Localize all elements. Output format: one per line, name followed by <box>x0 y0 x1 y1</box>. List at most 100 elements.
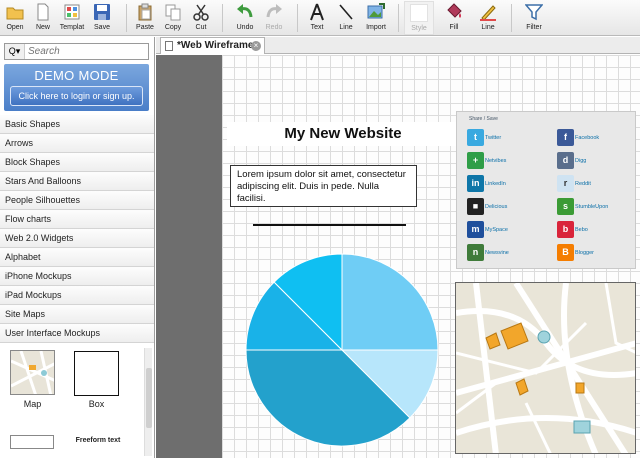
clipboard-icon <box>138 3 152 21</box>
line-color-button[interactable]: Line <box>474 1 502 35</box>
template-label: Templat <box>59 24 85 31</box>
folder-icon <box>6 7 24 20</box>
toolbar-separator <box>511 4 512 32</box>
category-alphabet[interactable]: Alphabet <box>0 248 154 267</box>
share-item-bebo[interactable]: b Bebo <box>557 221 637 239</box>
toolbar-separator <box>126 4 127 32</box>
share-item-label: Facebook <box>575 135 600 141</box>
text-tool-button[interactable]: Text <box>304 1 330 35</box>
category-block-shapes[interactable]: Block Shapes <box>0 153 154 172</box>
site-title-textbox[interactable]: My New Website <box>227 122 459 146</box>
share-item-stumbleupon[interactable]: s StumbleUpon <box>557 198 637 216</box>
share-item-facebook[interactable]: f Facebook <box>557 129 637 147</box>
filter-button[interactable]: Filter <box>520 1 548 35</box>
search-options-icon[interactable]: Q▾ <box>5 44 25 59</box>
search-box[interactable]: Q▾ <box>4 43 149 60</box>
freeform-text-shape[interactable]: Freeform text <box>68 437 128 444</box>
share-item-label: MySpace <box>485 227 508 233</box>
redo-button[interactable]: Redo <box>260 1 288 35</box>
share-save-header: Share / Save <box>469 116 498 122</box>
floppy-disk-icon <box>94 4 110 20</box>
map-shape-thumbnail[interactable] <box>10 350 55 395</box>
cut-label: Cut <box>195 24 207 31</box>
shape-categories: Basic Shapes Arrows Block Shapes Stars A… <box>0 115 154 343</box>
netvibes-icon: + <box>467 152 484 169</box>
demo-mode-title: DEMO MODE <box>34 68 119 83</box>
category-people-silhouettes[interactable]: People Silhouettes <box>0 191 154 210</box>
facebook-icon: f <box>557 129 574 146</box>
line-color-label: Line <box>481 24 495 31</box>
share-save-widget[interactable]: Share / Save t Twitter f Facebook + Netvibes d… <box>456 111 636 269</box>
import-image-icon <box>367 3 385 19</box>
share-item-reddit[interactable]: r Reddit <box>557 175 637 193</box>
redo-label: Redo <box>265 24 283 31</box>
share-item-blogger[interactable]: B Blogger <box>557 244 637 262</box>
new-button[interactable]: New <box>30 1 56 35</box>
open-button[interactable]: Open <box>2 1 28 35</box>
share-item-linkedin[interactable]: in LinkedIn <box>467 175 547 193</box>
redo-arrow-icon <box>266 4 282 18</box>
linkedin-icon: in <box>467 175 484 192</box>
category-basic-shapes[interactable]: Basic Shapes <box>0 115 154 134</box>
category-flow-charts[interactable]: Flow charts <box>0 210 154 229</box>
open-label: Open <box>6 24 24 31</box>
undo-button[interactable]: Undo <box>231 1 259 35</box>
category-ui-mockups[interactable]: User Interface Mockups <box>0 324 154 343</box>
line-tool-button[interactable]: Line <box>333 1 359 35</box>
street-map-image <box>456 283 635 453</box>
box-shape-label: Box <box>88 399 105 409</box>
horizontal-line-shape[interactable] <box>253 224 406 226</box>
filter-label: Filter <box>526 24 542 31</box>
login-signup-button[interactable]: Click here to login or sign up. <box>10 86 143 106</box>
share-item-delicious[interactable]: ■ Delicious <box>467 198 547 216</box>
save-button[interactable]: Save <box>88 1 116 35</box>
share-item-netvibes[interactable]: + Netvibes <box>467 152 547 170</box>
pencil-icon <box>480 5 496 21</box>
blogger-icon: B <box>557 244 574 261</box>
tab-web-wireframe[interactable]: *Web Wireframe × <box>160 37 265 54</box>
template-button[interactable]: Templat <box>58 1 86 35</box>
share-item-label: Digg <box>575 158 587 164</box>
copy-button[interactable]: Copy <box>160 1 186 35</box>
category-site-maps[interactable]: Site Maps <box>0 305 154 324</box>
map-shape[interactable] <box>455 282 636 454</box>
box-shape-thumbnail[interactable] <box>74 351 119 396</box>
map-thumbnail-icon <box>11 351 54 394</box>
category-stars-balloons[interactable]: Stars And Balloons <box>0 172 154 191</box>
category-arrows[interactable]: Arrows <box>0 134 154 153</box>
lorem-textbox[interactable]: Lorem ipsum dolor sit amet, consectetur … <box>230 165 417 207</box>
share-item-label: LinkedIn <box>485 181 506 187</box>
paste-button[interactable]: Paste <box>131 1 159 35</box>
import-button[interactable]: Import <box>361 1 391 35</box>
category-ipad-mockups[interactable]: iPad Mockups <box>0 286 154 305</box>
palette-scrollbar[interactable] <box>144 348 152 456</box>
share-item-newsvine[interactable]: n Newsvine <box>467 244 547 262</box>
close-tab-icon[interactable]: × <box>251 41 261 51</box>
copy-label: Copy <box>164 24 182 31</box>
search-input[interactable] <box>28 45 146 58</box>
save-label: Save <box>94 24 110 31</box>
bebo-icon: b <box>557 221 574 238</box>
share-item-twitter[interactable]: t Twitter <box>467 129 547 147</box>
text-t-icon <box>310 3 324 21</box>
share-item-label: StumbleUpon <box>575 204 609 210</box>
scrollbar-thumb[interactable] <box>146 368 152 428</box>
delicious-icon: ■ <box>467 198 484 215</box>
toolbar-separator <box>297 4 298 32</box>
category-web-widgets[interactable]: Web 2.0 Widgets <box>0 229 154 248</box>
toolbar-separator <box>222 4 223 32</box>
pie-chart-shape[interactable] <box>242 250 442 450</box>
document-tab-bar: *Web Wireframe × <box>156 37 640 54</box>
share-item-myspace[interactable]: m MySpace <box>467 221 547 239</box>
category-iphone-mockups[interactable]: iPhone Mockups <box>0 267 154 286</box>
toolbar: Open New Templat Save Paste Copy Cut Und… <box>0 0 640 36</box>
line-tool-label: Line <box>339 24 353 31</box>
table-shape-thumbnail[interactable] <box>10 435 54 449</box>
shape-palette: Map Box Freeform text <box>0 346 154 458</box>
copy-icon <box>165 4 181 21</box>
style-button[interactable]: Style <box>404 1 434 35</box>
fill-button[interactable]: Fill <box>440 1 468 35</box>
share-item-digg[interactable]: d Digg <box>557 152 637 170</box>
cut-button[interactable]: Cut <box>188 1 214 35</box>
import-label: Import <box>366 24 386 31</box>
